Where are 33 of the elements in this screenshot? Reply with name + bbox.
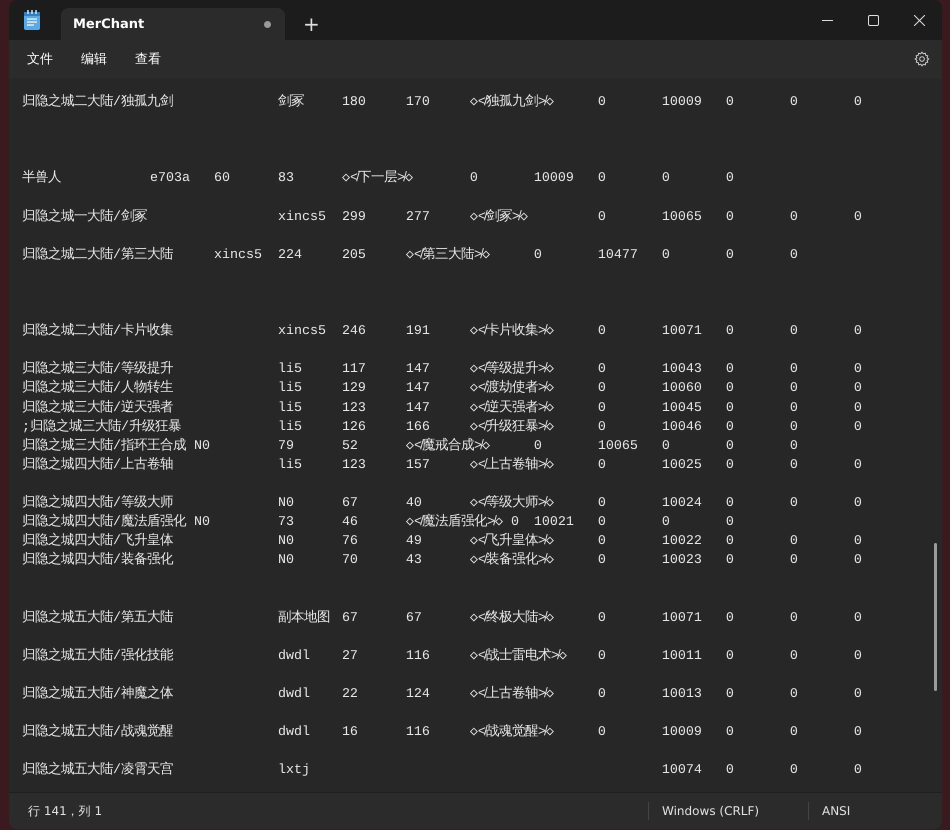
close-icon[interactable] (914, 14, 924, 26)
text-line: 归隐之城一大陆/剑冢 xincs5 299 277 ◇≮剑冢≯◇ 0 10065 0 0 0 (22, 208, 862, 227)
text-line: 归隐之城四大陆/上古卷轴 li5 123 157 ◇≮上古卷轴≯◇ 0 10025 0 0 0 (22, 456, 862, 475)
encoding: ANSI (821, 804, 852, 818)
cursor-position: 行 141，列 1 (27, 802, 104, 820)
text-line: 归隐之城三大陆/人物转生 li5 129 147 ◇≮渡劫使者≯◇ 0 10060 0 0 0 (22, 379, 862, 398)
text-line: 归隐之城五大陆/战魂觉醒 dwdl 16 116 ◇≮战魂觉醒≯◇ 0 10009 0 0 0 (22, 723, 862, 742)
text-line: 归隐之城二大陆/独孤九剑 剑冢 180 170 ◇≮独孤九剑≯◇ 0 10009 0 0 0 (22, 93, 862, 112)
text-line: 归隐之城四大陆/魔法盾强化 N0 73 46 ◇≮魔法盾强化≯◇ 0 10021 0 0 0 (22, 513, 734, 532)
menu-item[interactable]: 查看 (123, 46, 173, 72)
text-line: 归隐之城五大陆/凌霄天宫 lxtj 10074 0 0 0 (22, 761, 862, 780)
text-line: 归隐之城四大陆/等级大师 N0 67 40 ◇≮等级大师≯◇ 0 10024 0 0 0 (22, 494, 862, 513)
maximize-icon[interactable] (868, 14, 878, 26)
text-line: 归隐之城五大陆/神魔之体 dwdl 22 124 ◇≮上古卷轴≯◇ 0 10013 0 0 0 (22, 684, 862, 704)
text-line: 归隐之城二大陆/卡片收集 xincs5 246 191 ◇≮卡片收集≯◇ 0 10071 0 0 0 (22, 322, 862, 342)
document-tab[interactable]: MerChant (61, 8, 285, 40)
notepad-icon (21, 9, 43, 31)
text-line: 归隐之城二大陆/第三大陆 xincs5 224 205 ◇≮第三大陆≯◇ 0 10477 0 0 0 (22, 246, 798, 265)
menu-item[interactable]: 文件 (15, 46, 65, 72)
new-tab-button[interactable]: + (297, 12, 326, 36)
line-ending: Windows (CRLF) (661, 804, 760, 818)
menu-item[interactable]: 编辑 (69, 46, 119, 72)
text-line: 归隐之城四大陆/飞升皇体 N0 76 49 ◇≮飞升皇体≯◇ 0 10022 0 0 0 (22, 532, 862, 552)
text-line: 归隐之城三大陆/逆天强者 li5 123 147 ◇≮逆天强者≯◇ 0 10045 0 0 0 (22, 398, 862, 418)
text-line: 归隐之城四大陆/装备强化 N0 70 43 ◇≮装备强化≯◇ 0 10023 0 0 0 (22, 551, 862, 570)
scrollbar-thumb[interactable] (934, 543, 937, 691)
text-line: 半兽人 e703a 60 83 ◇≮下一层≯◇ 0 10009 0 0 0 (22, 169, 734, 188)
text-line: 归隐之城三大陆/等级提升 li5 117 147 ◇≮等级提升≯◇ 0 10043 0 0 0 (22, 360, 862, 380)
text-line: 归隐之城五大陆/第五大陆 副本地图 67 67 ◇≮终极大陆≯◇ 0 10071 0 0 0 (22, 608, 862, 628)
text-line: 归隐之城三大陆/指环王合成 N0 79 52 ◇≮魔戒合成≯◇ 0 10065 0 0 0 (22, 436, 798, 456)
text-line: ;归隐之城三大陆/升级狂暴 li5 126 166 ◇≮升级狂暴≯◇ 0 10046 0 0 0 (22, 418, 862, 437)
text-line: 归隐之城五大陆/强化技能 dwdl 27 116 ◇≮战士雷电术≯◇ 0 10011 0 0 0 (22, 646, 862, 666)
settings-icon[interactable] (914, 51, 930, 67)
